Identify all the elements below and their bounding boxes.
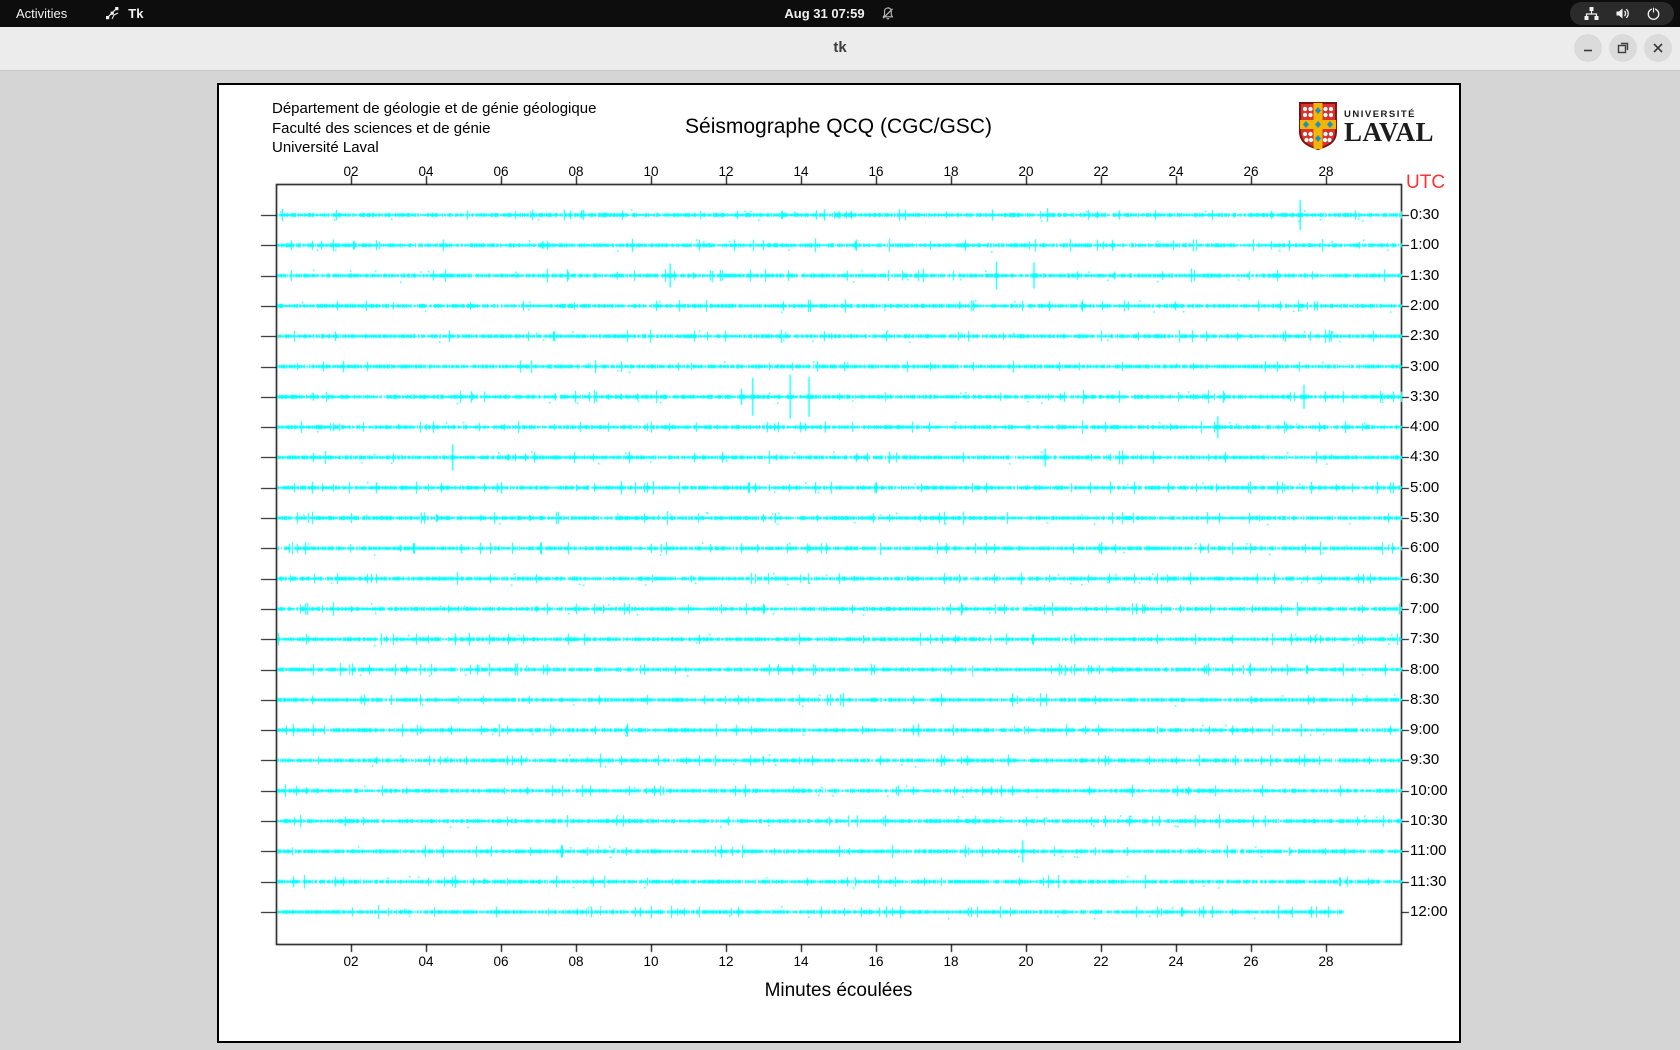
close-icon	[1653, 43, 1663, 53]
x-tick-label-bottom: 26	[1243, 954, 1259, 969]
x-tick-label-top: 06	[493, 164, 509, 179]
time-label: 6:00	[1410, 539, 1440, 557]
time-label: 2:30	[1410, 327, 1440, 345]
maximize-icon	[1617, 42, 1629, 54]
time-label: 8:00	[1410, 660, 1440, 678]
x-tick-label-top: 08	[568, 164, 584, 179]
activities-button[interactable]: Activities	[16, 6, 67, 21]
x-tick-label-top: 14	[793, 164, 809, 179]
x-tick-label-bottom: 12	[718, 954, 734, 969]
tk-app-menu[interactable]: Tk	[105, 6, 143, 21]
close-button[interactable]	[1644, 34, 1672, 62]
x-tick-label-top: 16	[868, 164, 884, 179]
volume-icon	[1616, 8, 1629, 19]
time-label: 7:00	[1410, 599, 1440, 617]
x-tick-label-bottom: 18	[943, 954, 959, 969]
clock-label: Aug 31 07:59	[784, 6, 865, 21]
x-tick-label-bottom: 08	[568, 954, 584, 969]
x-tick-label-top: 20	[1018, 164, 1034, 179]
time-label: 2:00	[1410, 296, 1440, 314]
tk-app-label: Tk	[128, 6, 144, 21]
seismograph-page: Département de géologie et de génie géol…	[217, 83, 1461, 1043]
x-tick-label-bottom: 04	[418, 954, 434, 969]
notifications-muted-icon	[882, 7, 894, 20]
x-tick-label-bottom: 02	[343, 954, 359, 969]
time-label: 5:30	[1410, 509, 1440, 527]
time-label: 3:00	[1410, 357, 1440, 375]
time-label: 8:30	[1410, 690, 1440, 708]
tk-app-icon	[106, 7, 119, 20]
time-label: 6:30	[1410, 569, 1440, 587]
time-label: 1:30	[1410, 266, 1440, 284]
clock-button[interactable]: Aug 31 07:59	[784, 6, 895, 21]
power-icon	[1647, 7, 1660, 20]
window-content: Département de géologie et de génie géol…	[0, 71, 1680, 1050]
window-title: tk	[833, 39, 847, 56]
window-titlebar: tk	[0, 27, 1680, 71]
time-label: 5:00	[1410, 478, 1440, 496]
top-bar: Activities Tk Aug 31 07:59	[0, 0, 1680, 27]
time-label: 11:00	[1410, 842, 1447, 860]
x-tick-label-bottom: 14	[793, 954, 809, 969]
time-label: 10:00	[1410, 781, 1448, 799]
x-tick-label-bottom: 06	[493, 954, 509, 969]
x-tick-label-bottom: 20	[1018, 954, 1034, 969]
time-label: 1:00	[1410, 236, 1440, 254]
x-tick-label-bottom: 16	[868, 954, 884, 969]
seismogram-plot	[219, 85, 1459, 1041]
x-tick-label-top: 24	[1168, 164, 1184, 179]
time-label: 11:30	[1410, 872, 1447, 890]
network-wired-icon	[1584, 7, 1599, 20]
x-tick-label-bottom: 24	[1168, 954, 1184, 969]
x-tick-label-top: 02	[343, 164, 359, 179]
x-tick-label-bottom: 22	[1093, 954, 1109, 969]
system-tray[interactable]	[1570, 2, 1674, 25]
minimize-icon	[1584, 49, 1592, 52]
x-tick-label-bottom: 28	[1318, 954, 1334, 969]
minimize-button[interactable]	[1574, 34, 1602, 62]
time-label: 12:00	[1410, 902, 1448, 920]
time-label: 4:00	[1410, 418, 1440, 436]
time-label: 0:30	[1410, 206, 1440, 223]
time-label: 9:30	[1410, 751, 1440, 769]
x-tick-label-top: 12	[718, 164, 734, 179]
time-label: 3:30	[1410, 387, 1440, 405]
x-tick-label-top: 28	[1318, 164, 1334, 179]
x-axis-title: Minutes écoulées	[764, 980, 913, 1001]
x-tick-label-top: 18	[943, 164, 959, 179]
maximize-button[interactable]	[1609, 34, 1637, 62]
time-label: 10:30	[1410, 812, 1448, 830]
time-label: 9:00	[1410, 721, 1440, 739]
time-label: 4:30	[1410, 448, 1440, 466]
desktop: Activities Tk Aug 31 07:59 tk 02 02 04 0…	[0, 0, 1680, 1050]
x-tick-label-top: 04	[418, 164, 434, 179]
x-tick-label-bottom: 10	[643, 954, 659, 969]
x-tick-label-top: 26	[1243, 164, 1259, 179]
x-tick-label-top: 10	[643, 164, 659, 179]
time-label: 7:30	[1410, 630, 1440, 648]
x-tick-label-top: 22	[1093, 164, 1109, 179]
